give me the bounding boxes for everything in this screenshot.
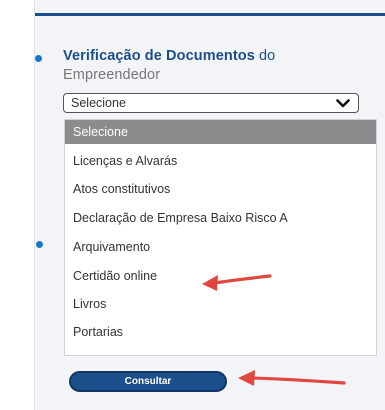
option-livros[interactable]: Livros [65,292,376,316]
option-atos-constitutivos[interactable]: Atos constitutivos [65,177,376,201]
option-arquivamento[interactable]: Arquivamento [65,235,376,259]
document-type-select[interactable]: Selecione [63,93,359,113]
page-left-margin [0,0,34,410]
section-heading: Verificação de Documentos do Empreendedo… [63,47,378,85]
consultar-button[interactable]: Consultar [69,371,227,392]
red-arrow-icon [238,370,346,386]
panel-top-rule [35,13,385,16]
select-options-list: Selecione Licenças e Alvarás Atos consti… [64,119,377,356]
option-selecione[interactable]: Selecione [65,120,376,144]
heading-rest-text: do [254,48,276,64]
document-verification-panel: Verificação de Documentos do Empreendedo… [34,0,385,410]
red-arrow-icon [202,274,272,291]
heading-bold-text: Verificação de Documentos [63,48,255,64]
option-portarias[interactable]: Portarias [65,320,376,344]
list-bullet-icon [36,241,43,248]
chevron-down-icon[interactable] [336,99,350,108]
select-current-value: Selecione [71,96,126,110]
option-declaracao-empresa-baixo-risco[interactable]: Declaração de Empresa Baixo Risco A [65,206,376,230]
heading-second-line: Empreendedor [63,67,161,83]
option-licencas-e-alvaras[interactable]: Licenças e Alvarás [65,149,376,173]
list-bullet-icon [35,55,42,62]
